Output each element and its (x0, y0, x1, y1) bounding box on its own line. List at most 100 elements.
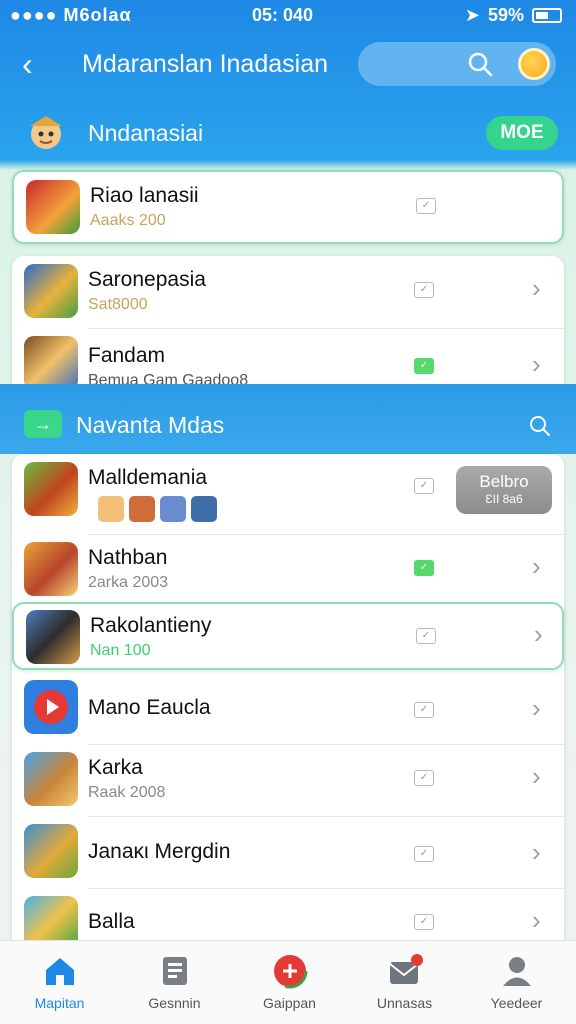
checkbox-checked[interactable]: ✓ (414, 358, 434, 374)
mini-app-icon (160, 496, 186, 522)
search-box[interactable] (358, 42, 556, 86)
tab-label: Yeedeer (490, 995, 543, 1011)
list-item[interactable]: Karka Raak 2008 ✓ › (12, 744, 564, 816)
chevron-right-icon[interactable]: › (532, 274, 550, 302)
search-icon[interactable] (466, 50, 494, 78)
list-item[interactable]: Balla ✓ › (12, 888, 564, 940)
app-icon (24, 542, 78, 596)
list-item[interactable]: Rakolantieny Nan 100 ✓ › (14, 602, 562, 674)
checkbox-checked[interactable]: ✓ (414, 560, 434, 576)
list-remaining: Mano Eaucla ✓ › Karka Raak 2008 ✓ › Jana… (12, 672, 564, 940)
app-icon (24, 680, 78, 734)
coin-icon[interactable] (518, 48, 550, 80)
app-subtitle: Raak 2008 (88, 784, 166, 801)
checkbox[interactable]: ✓ (416, 628, 436, 644)
list-item[interactable]: Janaκι Mergdin ✓ › (12, 816, 564, 888)
featured-card-2: Saronepasia Sat8000 ✓ › Fandam Bemua Gam… (12, 256, 564, 400)
arrow-icon: → (24, 410, 62, 438)
bottom-tab-bar: Mapitan Gesnnin Gaippan Unnasas Yeedeer (0, 940, 576, 1024)
status-right: ➤ 59% (465, 5, 562, 26)
tab-messages[interactable]: Unnasas (347, 941, 462, 1024)
app-icon (24, 264, 78, 318)
page-title: Mdaranslan Inadasian (82, 50, 328, 78)
promo-badge-title: Belbro (479, 472, 529, 491)
list-item[interactable]: Saronepasia Sat8000 ✓ › (12, 256, 564, 328)
app-name: Fandam (88, 344, 166, 367)
list-item[interactable]: Malldemania ✓ Belbro ƐII 8a6 (12, 454, 564, 534)
location-icon: ➤ (464, 5, 480, 25)
app-icon (26, 180, 80, 234)
mini-icon-group (98, 496, 217, 522)
carrier-label: ●●●● M6olaα (10, 5, 132, 25)
checkbox[interactable]: ✓ (414, 702, 434, 718)
tab-documents[interactable]: Gesnnin (117, 941, 232, 1024)
checkbox[interactable]: ✓ (414, 846, 434, 862)
home-icon (46, 958, 74, 985)
app-name: Riao lanasii (90, 184, 199, 207)
game-icon (272, 953, 308, 989)
promo-badge-button[interactable]: Belbro ƐII 8a6 (456, 466, 552, 514)
tab-label: Unnasas (376, 995, 433, 1011)
list-item-highlighted[interactable]: Rakolantieny Nan 100 ✓ › (12, 602, 564, 670)
search-icon[interactable] (528, 414, 552, 438)
more-button[interactable]: MOE (486, 116, 558, 150)
top-nav: ‹ Mdaranslan Inadasian (0, 36, 576, 92)
chevron-right-icon[interactable]: › (532, 552, 550, 580)
app-icon (24, 824, 78, 878)
tab-label: Gesnnin (148, 995, 201, 1011)
app-name: Nathban (88, 546, 168, 569)
checkbox[interactable]: ✓ (414, 770, 434, 786)
app-subtitle: 2arka 2003 (88, 574, 169, 591)
play-icon (34, 690, 68, 724)
chevron-right-icon[interactable]: › (532, 838, 550, 866)
tab-profile[interactable]: Yeedeer (459, 941, 574, 1024)
app-name: Balla (88, 910, 135, 933)
app-name: Karka (88, 756, 143, 779)
battery-percent: 59% (487, 5, 524, 25)
tab-home[interactable]: Mapitan (2, 941, 117, 1024)
app-name: Mano Eaucla (88, 696, 211, 719)
mail-icon (389, 954, 423, 984)
list-item[interactable]: Nathban 2arka 2003 ✓ › (12, 534, 564, 606)
mini-app-icon (191, 496, 217, 522)
app-subtitle: Aaaks 200 (90, 212, 166, 229)
back-button[interactable]: ‹ (22, 46, 48, 82)
mini-app-icon (98, 496, 124, 522)
checkbox[interactable]: ✓ (414, 914, 434, 930)
chevron-right-icon[interactable]: › (532, 762, 550, 790)
chevron-right-icon[interactable]: › (534, 620, 552, 648)
section-title: Navanta Mdas (76, 412, 225, 438)
section-header-featured: Nndanasiai MOE (0, 104, 576, 160)
checkbox[interactable]: ✓ (414, 282, 434, 298)
app-icon (24, 336, 78, 390)
tab-label: Mapitan (34, 995, 85, 1011)
checkbox[interactable]: ✓ (414, 478, 434, 494)
app-subtitle: Sat8000 (88, 296, 148, 313)
mini-app-icon (129, 496, 155, 522)
chevron-right-icon[interactable]: › (532, 906, 550, 934)
app-icon (24, 752, 78, 806)
battery-icon (532, 8, 562, 23)
app-name: Saronepasia (88, 268, 206, 291)
promo-badge-sub: ƐII 8a6 (485, 492, 523, 506)
document-icon (163, 957, 187, 985)
list-item[interactable]: Riao lanasii Aaaks 200 ✓ (14, 172, 562, 244)
chevron-right-icon[interactable]: › (532, 694, 550, 722)
list-item[interactable]: Mano Eaucla ✓ › (12, 672, 564, 744)
app-icon (24, 896, 78, 940)
app-name: Janaκι Mergdin (88, 840, 231, 863)
clock: 05: 040 (252, 5, 314, 25)
featured-card-1[interactable]: Riao lanasii Aaaks 200 ✓ (12, 170, 564, 244)
tab-label: Gaippan (263, 995, 316, 1011)
tab-games[interactable]: Gaippan (232, 941, 347, 1024)
status-bar: ●●●● M6olaα 05: 040 ➤ 59% (0, 0, 576, 32)
app-name: Rakolantieny (90, 614, 212, 637)
app-name: Malldemania (88, 466, 208, 489)
app-subtitle: Nan 100 (90, 642, 151, 659)
mascot-icon (30, 116, 62, 149)
checkbox[interactable]: ✓ (416, 198, 436, 214)
section-title: Nndanasiai (88, 120, 204, 146)
chevron-right-icon[interactable]: › (532, 350, 550, 378)
app-icon (26, 610, 80, 664)
app-icon (24, 462, 78, 516)
